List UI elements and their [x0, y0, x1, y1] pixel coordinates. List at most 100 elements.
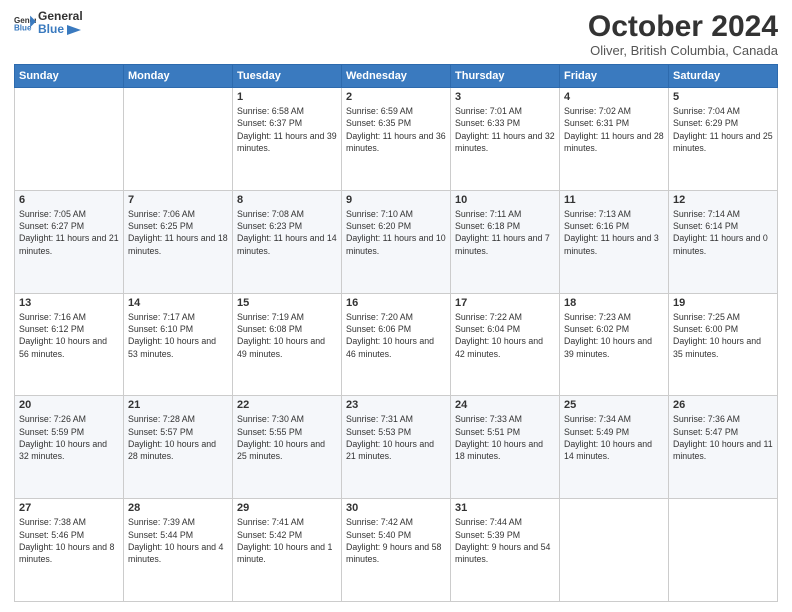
col-header-wednesday: Wednesday — [342, 65, 451, 88]
day-info: Sunrise: 7:33 AMSunset: 5:51 PMDaylight:… — [455, 413, 555, 462]
main-title: October 2024 — [588, 10, 778, 43]
calendar-cell-3-6: 18Sunrise: 7:23 AMSunset: 6:02 PMDayligh… — [560, 293, 669, 396]
calendar-cell-3-4: 16 Sunrise: 7:20 AMSunset: 6:06 PMDayligh… — [342, 293, 451, 396]
calendar-cell-5-6 — [560, 499, 669, 602]
day-info: Sunrise: 7:36 AMSunset: 5:47 PMDaylight:… — [673, 413, 773, 462]
calendar-cell-1-1 — [15, 88, 124, 191]
day-info: Sunrise: 7:25 AMSunset: 6:00 PMDaylight:… — [673, 311, 773, 360]
day-number: 15 — [237, 297, 337, 309]
day-info: Sunrise: 7:31 AMSunset: 5:53 PMDaylight:… — [346, 413, 446, 462]
day-info: Sunrise: 7:23 AMSunset: 6:02 PMDaylight:… — [564, 311, 664, 360]
day-info: Sunrise: 7:19 AMSunset: 6:08 PMDaylight:… — [237, 311, 337, 360]
day-number: 5 — [673, 91, 773, 103]
calendar-cell-4-3: 22 Sunrise: 7:30 AMSunset: 5:55 PMDayligh… — [233, 396, 342, 499]
day-info: Sunrise: 7:16 AMSunset: 6:12 PMDaylight:… — [19, 311, 119, 360]
day-info: Sunrise: 7:10 AMSunset: 6:20 PMDaylight:… — [346, 208, 446, 257]
logo: General Blue General Blue — [14, 10, 83, 36]
day-info: Sunrise: 7:26 AMSunset: 5:59 PMDaylight:… — [19, 413, 119, 462]
day-info: Sunrise: 7:14 AMSunset: 6:14 PMDaylight:… — [673, 208, 773, 257]
day-info: Sunrise: 7:34 AMSunset: 5:49 PMDaylight:… — [564, 413, 664, 462]
day-number: 25 — [564, 399, 664, 411]
day-number: 24 — [455, 399, 555, 411]
col-header-sunday: Sunday — [15, 65, 124, 88]
day-info: Sunrise: 7:01 AMSunset: 6:33 PMDaylight:… — [455, 105, 555, 154]
day-info: Sunrise: 7:04 AMSunset: 6:29 PMDaylight:… — [673, 105, 773, 154]
day-number: 14 — [128, 297, 228, 309]
calendar-cell-2-5: 10Sunrise: 7:11 AMSunset: 6:18 PMDayligh… — [451, 190, 560, 293]
day-number: 29 — [237, 502, 337, 514]
day-info: Sunrise: 7:42 AMSunset: 5:40 PMDaylight:… — [346, 516, 446, 565]
calendar-cell-5-3: 29 Sunrise: 7:41 AMSunset: 5:42 PMDayligh… — [233, 499, 342, 602]
calendar-cell-2-1: 6 Sunrise: 7:05 AMSunset: 6:27 PMDaylight… — [15, 190, 124, 293]
day-number: 8 — [237, 194, 337, 206]
day-number: 12 — [673, 194, 773, 206]
day-number: 7 — [128, 194, 228, 206]
calendar-cell-3-5: 17Sunrise: 7:22 AMSunset: 6:04 PMDayligh… — [451, 293, 560, 396]
calendar-cell-1-4: 2 Sunrise: 6:59 AMSunset: 6:35 PMDaylight… — [342, 88, 451, 191]
day-number: 2 — [346, 91, 446, 103]
day-number: 19 — [673, 297, 773, 309]
day-number: 6 — [19, 194, 119, 206]
day-info: Sunrise: 7:05 AMSunset: 6:27 PMDaylight:… — [19, 208, 119, 257]
day-number: 11 — [564, 194, 664, 206]
day-info: Sunrise: 7:30 AMSunset: 5:55 PMDaylight:… — [237, 413, 337, 462]
logo-blue: Blue — [38, 23, 83, 36]
calendar-cell-5-4: 30 Sunrise: 7:42 AMSunset: 5:40 PMDayligh… — [342, 499, 451, 602]
calendar-cell-1-7: 5 Sunrise: 7:04 AMSunset: 6:29 PMDaylight… — [669, 88, 778, 191]
day-number: 30 — [346, 502, 446, 514]
day-number: 21 — [128, 399, 228, 411]
calendar-cell-4-1: 20 Sunrise: 7:26 AMSunset: 5:59 PMDayligh… — [15, 396, 124, 499]
calendar-cell-1-6: 4Sunrise: 7:02 AMSunset: 6:31 PMDaylight… — [560, 88, 669, 191]
col-header-monday: Monday — [124, 65, 233, 88]
day-number: 27 — [19, 502, 119, 514]
calendar-cell-1-2 — [124, 88, 233, 191]
day-info: Sunrise: 7:41 AMSunset: 5:42 PMDaylight:… — [237, 516, 337, 565]
day-number: 28 — [128, 502, 228, 514]
day-number: 22 — [237, 399, 337, 411]
title-area: October 2024 Oliver, British Columbia, C… — [588, 10, 778, 58]
day-info: Sunrise: 7:11 AMSunset: 6:18 PMDaylight:… — [455, 208, 555, 257]
day-info: Sunrise: 7:13 AMSunset: 6:16 PMDaylight:… — [564, 208, 664, 257]
calendar-cell-5-2: 28 Sunrise: 7:39 AMSunset: 5:44 PMDayligh… — [124, 499, 233, 602]
calendar-cell-5-7 — [669, 499, 778, 602]
day-number: 13 — [19, 297, 119, 309]
calendar-cell-2-2: 7 Sunrise: 7:06 AMSunset: 6:25 PMDaylight… — [124, 190, 233, 293]
day-number: 1 — [237, 91, 337, 103]
subtitle: Oliver, British Columbia, Canada — [588, 43, 778, 58]
calendar-cell-3-2: 14Sunrise: 7:17 AMSunset: 6:10 PMDayligh… — [124, 293, 233, 396]
calendar-cell-4-5: 24 Sunrise: 7:33 AMSunset: 5:51 PMDayligh… — [451, 396, 560, 499]
day-info: Sunrise: 7:06 AMSunset: 6:25 PMDaylight:… — [128, 208, 228, 257]
calendar-cell-2-4: 9Sunrise: 7:10 AMSunset: 6:20 PMDaylight… — [342, 190, 451, 293]
calendar-table: SundayMondayTuesdayWednesdayThursdayFrid… — [14, 64, 778, 602]
page: General Blue General Blue October 2024 O… — [0, 0, 792, 612]
calendar-cell-4-6: 25 Sunrise: 7:34 AMSunset: 5:49 PMDayligh… — [560, 396, 669, 499]
col-header-thursday: Thursday — [451, 65, 560, 88]
calendar-cell-4-2: 21Sunrise: 7:28 AMSunset: 5:57 PMDayligh… — [124, 396, 233, 499]
day-info: Sunrise: 7:39 AMSunset: 5:44 PMDaylight:… — [128, 516, 228, 565]
day-info: Sunrise: 7:38 AMSunset: 5:46 PMDaylight:… — [19, 516, 119, 565]
calendar-cell-3-3: 15 Sunrise: 7:19 AMSunset: 6:08 PMDayligh… — [233, 293, 342, 396]
day-info: Sunrise: 7:08 AMSunset: 6:23 PMDaylight:… — [237, 208, 337, 257]
col-header-saturday: Saturday — [669, 65, 778, 88]
day-info: Sunrise: 7:22 AMSunset: 6:04 PMDaylight:… — [455, 311, 555, 360]
day-number: 26 — [673, 399, 773, 411]
day-info: Sunrise: 6:59 AMSunset: 6:35 PMDaylight:… — [346, 105, 446, 154]
calendar-cell-5-1: 27 Sunrise: 7:38 AMSunset: 5:46 PMDayligh… — [15, 499, 124, 602]
day-number: 4 — [564, 91, 664, 103]
calendar-cell-1-5: 3Sunrise: 7:01 AMSunset: 6:33 PMDaylight… — [451, 88, 560, 191]
day-number: 20 — [19, 399, 119, 411]
day-number: 23 — [346, 399, 446, 411]
col-header-tuesday: Tuesday — [233, 65, 342, 88]
logo-icon: General Blue — [14, 14, 36, 32]
day-info: Sunrise: 7:20 AMSunset: 6:06 PMDaylight:… — [346, 311, 446, 360]
calendar-cell-4-7: 26 Sunrise: 7:36 AMSunset: 5:47 PMDayligh… — [669, 396, 778, 499]
calendar-cell-1-3: 1Sunrise: 6:58 AMSunset: 6:37 PMDaylight… — [233, 88, 342, 191]
day-info: Sunrise: 7:44 AMSunset: 5:39 PMDaylight:… — [455, 516, 555, 565]
logo-arrow — [67, 25, 81, 35]
calendar-cell-5-5: 31Sunrise: 7:44 AMSunset: 5:39 PMDayligh… — [451, 499, 560, 602]
calendar-cell-2-6: 11 Sunrise: 7:13 AMSunset: 6:16 PMDayligh… — [560, 190, 669, 293]
calendar-cell-2-3: 8 Sunrise: 7:08 AMSunset: 6:23 PMDaylight… — [233, 190, 342, 293]
day-number: 16 — [346, 297, 446, 309]
calendar-cell-3-7: 19 Sunrise: 7:25 AMSunset: 6:00 PMDayligh… — [669, 293, 778, 396]
header: General Blue General Blue October 2024 O… — [14, 10, 778, 58]
